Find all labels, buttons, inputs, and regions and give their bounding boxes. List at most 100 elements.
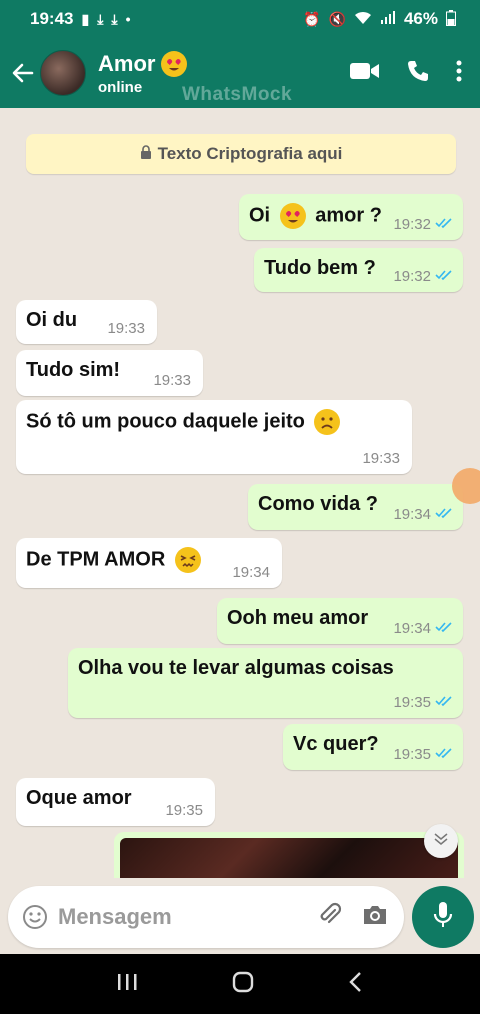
- message-bubble[interactable]: Vc quer? 19:35: [283, 724, 463, 770]
- home-icon[interactable]: [231, 970, 255, 999]
- voice-message-button[interactable]: [412, 886, 474, 948]
- message-text: Como vida ?: [258, 493, 379, 515]
- message-text: Oque amor: [26, 787, 132, 809]
- system-icons: ⏰ 🔇 46%: [303, 9, 456, 29]
- message-text-2: amor ?: [315, 204, 382, 227]
- message-time: 19:35: [393, 746, 431, 763]
- avatar[interactable]: [40, 50, 86, 96]
- encryption-notice-text: Texto Criptografia aqui: [157, 144, 343, 163]
- message-text: Tudo sim!: [26, 359, 121, 381]
- header-actions: [350, 59, 462, 88]
- watermark: WhatsMock: [182, 84, 293, 105]
- message-composer: [8, 886, 404, 948]
- message-bubble[interactable]: Oi amor ? 19:32: [239, 194, 463, 240]
- dot-icon: •: [125, 10, 131, 27]
- contact-status: online: [98, 78, 143, 96]
- signal-icon: [380, 10, 396, 28]
- back-icon[interactable]: [348, 971, 364, 998]
- chat-area[interactable]: Texto Criptografia aqui Oi amor ? 19:32 …: [0, 108, 480, 878]
- message-bubble[interactable]: Como vida ? 19:34: [248, 484, 463, 530]
- message-time: 19:33: [362, 450, 400, 467]
- microphone-icon: [433, 901, 453, 934]
- read-ticks-icon: [435, 216, 453, 233]
- message-input[interactable]: [58, 904, 308, 930]
- more-options-icon[interactable]: [456, 60, 462, 87]
- heart-eyes-emoji-icon: [161, 50, 188, 77]
- message-time: 19:35: [393, 694, 431, 711]
- message-time: 19:35: [165, 802, 203, 819]
- message-bubble[interactable]: Oi du 19:33: [16, 300, 157, 344]
- message-bubble[interactable]: Oque amor 19:35: [16, 778, 215, 826]
- message-time: 19:33: [153, 372, 191, 389]
- message-time: 19:32: [393, 268, 431, 285]
- read-ticks-icon: [435, 694, 453, 711]
- message-text: Oi du: [26, 309, 78, 331]
- wifi-icon: [354, 11, 372, 28]
- message-meta: 19:34: [232, 564, 270, 581]
- recent-apps-icon[interactable]: [116, 972, 138, 997]
- download-icon-2: ⤓: [111, 10, 118, 27]
- message-text: Ooh meu amor: [227, 607, 369, 629]
- status-time: 19:43: [30, 9, 74, 28]
- emoji-picker-icon[interactable]: [22, 904, 48, 930]
- message-meta: 19:35: [393, 694, 453, 711]
- video-notification-icon: ▮: [81, 10, 90, 27]
- contact-name: Amor: [98, 50, 156, 76]
- message-text: De TPM AMOR: [26, 548, 166, 571]
- image-message-bubble[interactable]: [114, 832, 464, 878]
- message-text: Vc quer?: [293, 733, 379, 755]
- message-meta: 19:33: [153, 372, 191, 389]
- message-meta: 19:34: [393, 506, 453, 523]
- frowning-emoji-icon: [314, 409, 341, 435]
- battery-percent: 46%: [403, 9, 438, 28]
- message-time: 19:34: [232, 564, 270, 581]
- message-bubble[interactable]: Só tô um pouco daquele jeito 19:33: [16, 400, 412, 474]
- voice-call-icon[interactable]: [406, 59, 430, 88]
- read-ticks-icon: [435, 746, 453, 763]
- message-meta: 19:33: [362, 450, 400, 467]
- camera-icon[interactable]: [362, 904, 388, 931]
- read-ticks-icon: [435, 268, 453, 285]
- message-bubble[interactable]: Ooh meu amor 19:34: [217, 598, 463, 644]
- read-ticks-icon: [435, 506, 453, 523]
- mute-icon: 🔇: [328, 10, 346, 27]
- message-text: Olha vou te levar algumas coisas: [78, 657, 394, 679]
- message-meta: 19:35: [165, 802, 203, 819]
- heart-eyes-emoji-icon: [279, 203, 306, 229]
- attach-icon[interactable]: [318, 902, 342, 933]
- message-meta: 19:34: [393, 620, 453, 637]
- message-bubble[interactable]: De TPM AMOR 19:34: [16, 538, 282, 588]
- message-time: 19:32: [393, 216, 431, 233]
- battery-icon: [446, 9, 456, 29]
- download-icon: ⤓: [97, 10, 104, 27]
- notification-icons: ▮ ⤓ ⤓ •: [81, 11, 130, 28]
- back-arrow-icon[interactable]: [6, 56, 40, 90]
- message-bubble[interactable]: Tudo bem ? 19:32: [254, 248, 463, 292]
- message-meta: 19:32: [393, 268, 453, 285]
- scroll-down-button[interactable]: [424, 824, 458, 858]
- message-meta: 19:32: [393, 216, 453, 233]
- system-navigation-bar: [0, 954, 480, 1014]
- contact-info[interactable]: Amor online: [98, 50, 188, 96]
- message-time: 19:34: [393, 620, 431, 637]
- alarm-icon: ⏰: [303, 10, 321, 27]
- chevron-down-icon: [433, 832, 449, 851]
- message-bubble[interactable]: Tudo sim! 19:33: [16, 350, 203, 396]
- message-text: Tudo bem ?: [264, 257, 376, 279]
- message-meta: 19:35: [393, 746, 453, 763]
- image-preview[interactable]: [120, 838, 458, 878]
- floating-overlay-bubble[interactable]: [452, 468, 480, 504]
- contact-name-row: Amor: [98, 50, 188, 77]
- message-time: 19:33: [107, 320, 145, 337]
- message-text: Só tô um pouco daquele jeito: [26, 410, 305, 433]
- message-bubble[interactable]: Olha vou te levar algumas coisas 19:35: [68, 648, 463, 718]
- video-call-icon[interactable]: [350, 61, 380, 86]
- read-ticks-icon: [435, 620, 453, 637]
- message-time: 19:34: [393, 506, 431, 523]
- message-meta: 19:33: [107, 320, 145, 337]
- status-bar: 19:43 ▮ ⤓ ⤓ • ⏰ 🔇 46%: [0, 0, 480, 38]
- lock-icon: [140, 144, 152, 164]
- message-text: Oi: [249, 204, 271, 227]
- confounded-emoji-icon: [174, 547, 201, 573]
- encryption-notice[interactable]: Texto Criptografia aqui: [26, 134, 456, 174]
